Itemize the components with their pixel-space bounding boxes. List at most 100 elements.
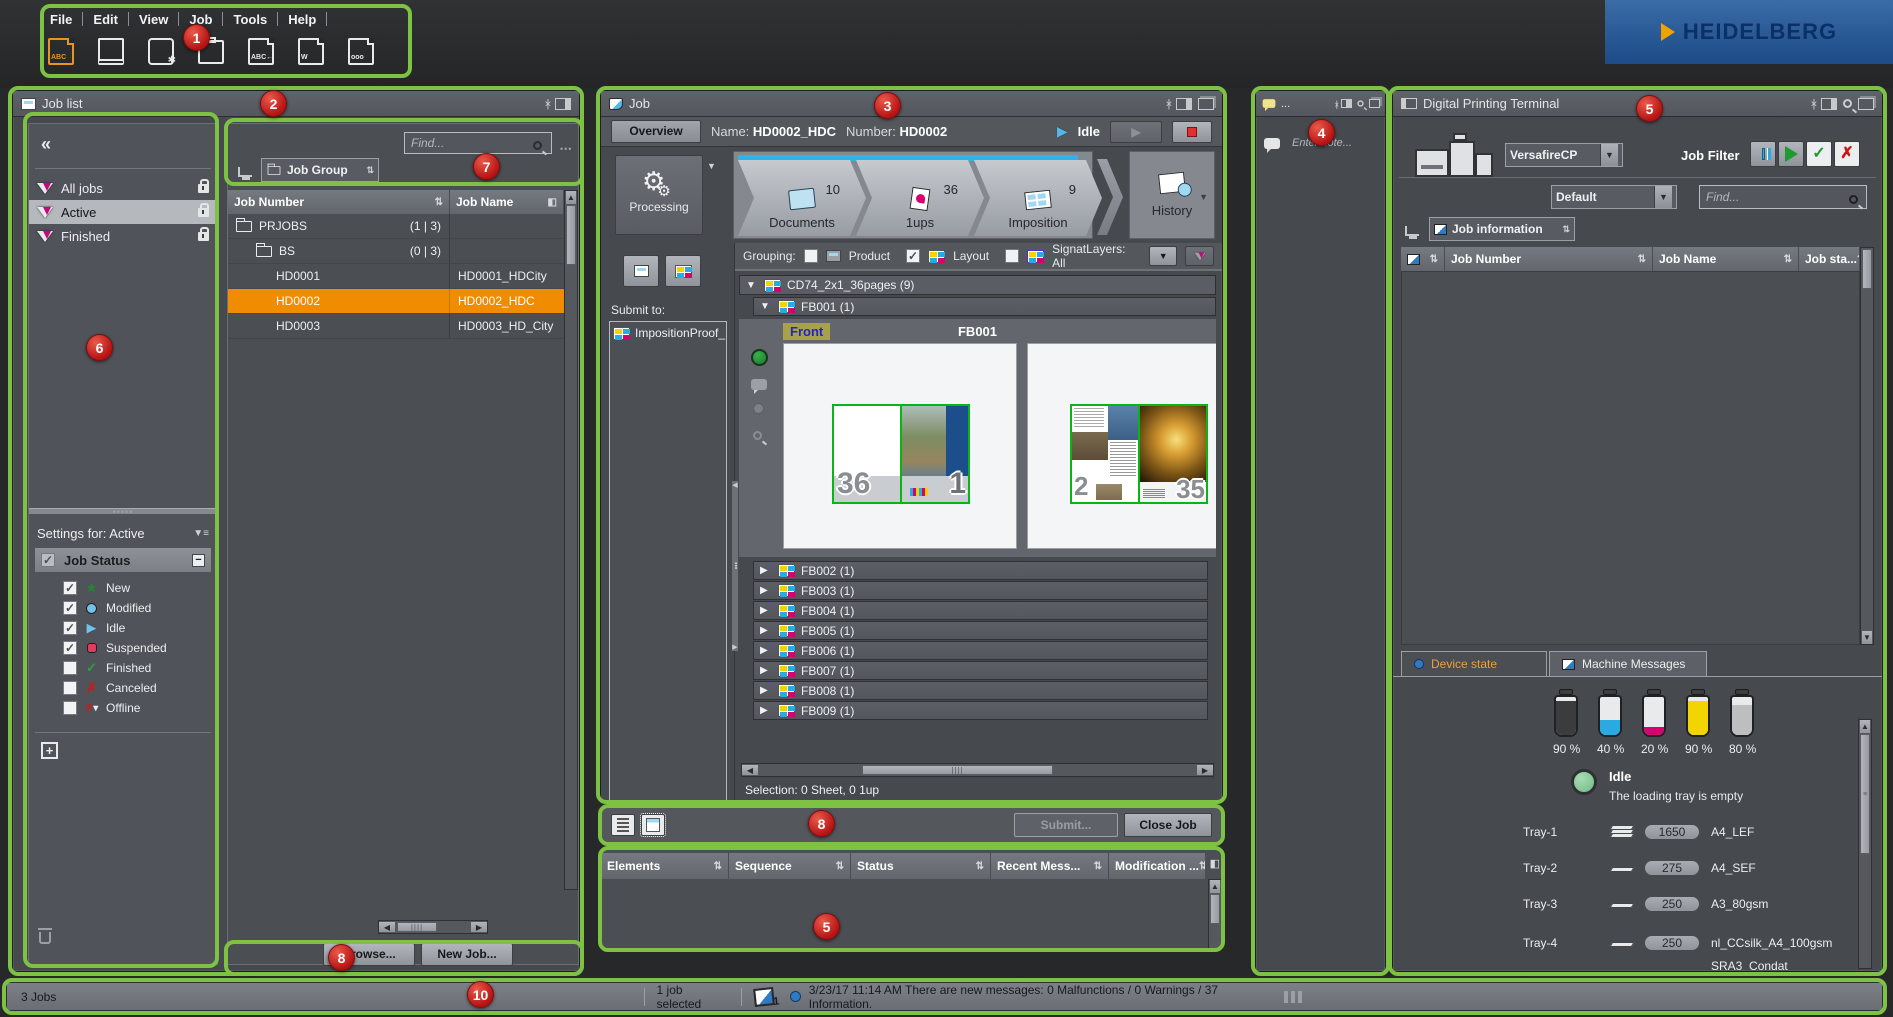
panel-layout-icon[interactable]: [1821, 98, 1837, 110]
workstation-settings-icon[interactable]: ✱: [148, 38, 174, 65]
sheet-row-fb003[interactable]: ▶FB003 (1): [753, 581, 1208, 600]
elements-vscrollbar[interactable]: ▲: [1208, 879, 1222, 949]
network-doc-icon[interactable]: ooo: [348, 38, 374, 65]
filter-canceled[interactable]: ✗Canceled: [29, 678, 217, 698]
col-sequence[interactable]: Sequence⇅: [729, 853, 851, 879]
filter-offline[interactable]: ✗▾Offline: [29, 698, 217, 718]
col-dpt-job-number[interactable]: Job Number⇅: [1445, 247, 1653, 271]
checkbox[interactable]: [63, 701, 77, 715]
page-2-preview[interactable]: 2: [1070, 404, 1140, 504]
elements-view-button[interactable]: [641, 814, 665, 836]
nav-collapse-button[interactable]: «: [41, 134, 51, 155]
checkbox[interactable]: [63, 621, 77, 635]
nav-item-all-jobs[interactable]: All jobs: [29, 176, 217, 200]
menu-help[interactable]: Help: [278, 12, 326, 27]
col-elements[interactable]: Elements⇅: [601, 853, 729, 879]
tab-machine-messages[interactable]: Machine Messages: [1549, 651, 1707, 676]
job-table-vscrollbar[interactable]: ▲: [564, 190, 578, 890]
new-job-button[interactable]: New Job...: [421, 943, 513, 966]
dpt-group-by-select[interactable]: Job information ⇅: [1429, 217, 1575, 241]
column-config-icon[interactable]: ◧: [1210, 857, 1220, 870]
rename-doc-icon[interactable]: ABC←: [248, 38, 274, 65]
processing-button[interactable]: ⚙⚙ Processing: [615, 155, 703, 235]
collapse-arrow-icon[interactable]: ▼: [746, 280, 758, 291]
sheet-group-row[interactable]: ▼ CD74_2x1_36pages (9): [739, 275, 1216, 295]
group-by-select[interactable]: Job Group ⇅: [261, 158, 379, 182]
sheet-row-fb004[interactable]: ▶FB004 (1): [753, 601, 1208, 620]
collapse-panel-icon[interactable]: ›|‹: [1335, 99, 1337, 109]
checkbox[interactable]: [63, 581, 77, 595]
preset-select[interactable]: Default▼: [1551, 185, 1677, 209]
printer-icon[interactable]: [198, 40, 224, 64]
note-input[interactable]: [1286, 133, 1370, 153]
job-table-hscrollbar[interactable]: ◀ |||| ▶: [378, 920, 488, 934]
proof-doc-icon[interactable]: W: [298, 38, 324, 65]
job-row-prjobs[interactable]: PRJOBS(1 | 3): [228, 214, 564, 239]
grouping-product-checkbox[interactable]: [804, 249, 818, 263]
collapse-arrow-icon[interactable]: ▼: [760, 301, 772, 312]
nav-splitter[interactable]: •••••: [29, 508, 217, 514]
undock-panel-icon[interactable]: [1369, 99, 1380, 108]
job-row-bs[interactable]: BS(0 | 3): [228, 239, 564, 264]
flat-view-icon[interactable]: [238, 167, 252, 177]
nav-item-active[interactable]: Active: [29, 200, 217, 224]
sheet-row-fb006[interactable]: ▶FB006 (1): [753, 641, 1208, 660]
annotations-icon[interactable]: [753, 403, 764, 414]
menu-tools[interactable]: Tools: [223, 12, 277, 27]
filter-finished[interactable]: ✓Finished: [29, 658, 217, 678]
menu-view[interactable]: View: [129, 12, 178, 27]
history-box[interactable]: History ▼: [1129, 151, 1215, 239]
undock-panel-icon[interactable]: [1198, 98, 1214, 110]
search-icon[interactable]: [1357, 100, 1363, 106]
history-dropdown-icon[interactable]: ▼: [1199, 192, 1208, 202]
filter-new[interactable]: ★New: [29, 578, 217, 598]
report-view-button[interactable]: [611, 814, 635, 836]
collapse-panel-icon[interactable]: ›|‹: [545, 98, 549, 110]
job-status-group-checkbox[interactable]: [41, 553, 55, 567]
dpt-table-vscrollbar[interactable]: ▼: [1860, 247, 1874, 645]
apply-filter-button[interactable]: [1185, 246, 1214, 266]
filter-finished-button[interactable]: ✓: [1806, 141, 1832, 167]
col-recent-message[interactable]: Recent Mess...⇅: [991, 853, 1109, 879]
panel-splitter[interactable]: ◀•••▶: [732, 481, 738, 651]
nav-item-finished[interactable]: Finished: [29, 224, 217, 248]
sheet-back-preview[interactable]: 2 35: [1027, 343, 1216, 549]
menu-job[interactable]: Job: [179, 12, 222, 27]
filter-idle[interactable]: ▶Idle: [29, 618, 217, 638]
submit-target-item[interactable]: ImpositionProof_: [610, 322, 726, 344]
checkbox[interactable]: [63, 641, 77, 655]
step-documents[interactable]: 10 Documents: [738, 160, 866, 236]
filter-modified[interactable]: Modified: [29, 598, 217, 618]
page-35-preview[interactable]: 35: [1140, 404, 1208, 504]
new-job-doc-icon[interactable]: ABC: [48, 38, 74, 65]
processing-dropdown-icon[interactable]: ▼: [707, 161, 716, 171]
device-select[interactable]: VersafireCP▼: [1505, 143, 1623, 167]
trash-icon[interactable]: [39, 932, 51, 944]
filter-canceled-button[interactable]: ✗: [1834, 141, 1860, 167]
separation-view-button[interactable]: [665, 255, 701, 287]
col-dpt-job-name[interactable]: Job Name⇅: [1653, 247, 1799, 271]
stop-job-button[interactable]: [1172, 121, 1212, 143]
add-filter-button[interactable]: +: [41, 742, 58, 759]
page-1-preview[interactable]: 1: [902, 404, 970, 504]
browse-button[interactable]: Browse...: [323, 943, 415, 966]
job-row-hd0001[interactable]: HD0001 HD0001_HDCity: [228, 264, 564, 289]
panel-layout-icon[interactable]: [1176, 98, 1192, 110]
more-options-icon[interactable]: •••: [560, 144, 572, 154]
sheet-fb001-row[interactable]: ▼ FB001 (1): [753, 297, 1216, 316]
filter-suspended[interactable]: Suspended: [29, 638, 217, 658]
sheet-row-fb002[interactable]: ▶FB002 (1): [753, 561, 1208, 580]
menu-file[interactable]: File: [40, 12, 82, 27]
col-state-icon[interactable]: ⇅: [1401, 247, 1445, 271]
filter-printing-button[interactable]: [1778, 141, 1804, 167]
checkbox[interactable]: [63, 601, 77, 615]
messages-doc-icon[interactable]: 1: [753, 987, 774, 1007]
menu-edit[interactable]: Edit: [83, 12, 128, 27]
settings-menu-icon[interactable]: ▼≡: [193, 528, 209, 539]
checkbox[interactable]: [63, 661, 77, 675]
collapse-panel-icon[interactable]: ›|‹: [1166, 98, 1170, 110]
sheet-row-fb005[interactable]: ▶FB005 (1): [753, 621, 1208, 640]
job-list-chart-icon[interactable]: [98, 38, 124, 65]
checkbox[interactable]: [63, 681, 77, 695]
search-icon[interactable]: [1843, 99, 1852, 108]
